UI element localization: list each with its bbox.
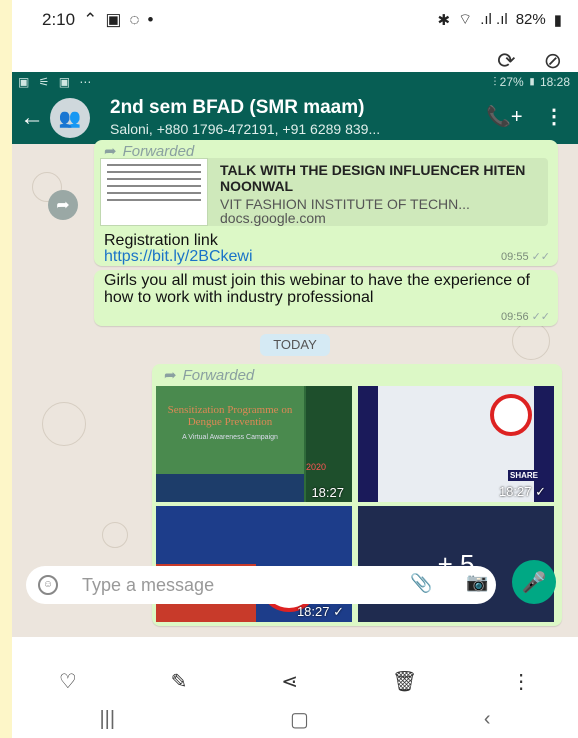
add-call-icon[interactable]: 📞+ bbox=[486, 104, 523, 129]
status-right: ✱ ⌔ .ıl .ıl 82% ▮ bbox=[438, 10, 563, 29]
message-text: Registration link bbox=[104, 232, 218, 249]
whatsapp-icon: ◌ bbox=[129, 10, 140, 29]
preview-domain: docs.google.com bbox=[220, 210, 326, 226]
voice-record-button[interactable]: 🎤 bbox=[512, 560, 556, 604]
group-icon: 👥 bbox=[58, 107, 82, 128]
poster-title: Sensitization Programme on Dengue Preven… bbox=[167, 404, 293, 428]
date-divider: TODAY bbox=[260, 334, 330, 356]
back-icon[interactable]: ‹ bbox=[484, 708, 491, 731]
inner-status-right: ⫶ 27% ▮ 18:28 bbox=[493, 75, 570, 89]
forwarded-icon: ➦ bbox=[164, 367, 177, 384]
share-icon[interactable]: ⋖ bbox=[281, 669, 298, 694]
photo-dengue-infographic[interactable]: SHARE 18:27 ✓ bbox=[358, 386, 554, 502]
photo-dengue-programme[interactable]: Sensitization Programme on Dengue Preven… bbox=[156, 386, 352, 502]
chat-header: ← 👥 2nd sem BFAD (SMR maam) Saloni, +880… bbox=[12, 92, 578, 144]
inner-status-bar: ▣ ⚟ ▣ ⋯ ⫶ 27% ▮ 18:28 bbox=[12, 72, 578, 92]
group-title[interactable]: 2nd sem BFAD (SMR maam) bbox=[110, 97, 364, 119]
poster-panel bbox=[156, 386, 304, 474]
recent-apps-icon[interactable]: ||| bbox=[99, 708, 115, 731]
forwarded-label: ➦ Forwarded bbox=[164, 367, 255, 384]
attach-icon[interactable]: 📎 bbox=[410, 573, 432, 594]
photo-dengue-bengali[interactable]: 18:27 ✓ bbox=[156, 506, 352, 622]
back-arrow-icon[interactable]: ← bbox=[20, 104, 44, 132]
phone-screen: 2:10 ⌃ ▣ ◌ • ✱ ⌔ .ıl .ıl 82% ▮ ⟳ ⊘ ▣ ⚟ ▣… bbox=[12, 0, 578, 738]
menu-dots-icon[interactable]: ⋮ bbox=[544, 104, 564, 129]
rotate-screen-icon[interactable]: ⟳ bbox=[497, 48, 515, 74]
message-input-bar[interactable]: ☺ Type a message 📎 📷 bbox=[26, 566, 496, 604]
message-input[interactable]: Type a message bbox=[82, 575, 214, 596]
wallpaper-doodle bbox=[512, 322, 550, 360]
read-ticks-icon: ✓✓ bbox=[531, 311, 550, 323]
favorite-heart-icon[interactable]: ♡ bbox=[59, 669, 77, 694]
poster-year: 2020 bbox=[306, 462, 327, 472]
battery-icon: ▮ bbox=[553, 11, 562, 29]
more-options-icon[interactable]: ⋮ bbox=[511, 669, 531, 694]
message-bubble-text[interactable]: Girls you all must join this webinar to … bbox=[94, 270, 558, 326]
screenshot-tools: ⟳ ⊘ bbox=[497, 48, 562, 74]
preview-title: TALK WITH THE DESIGN INFLUENCER HITEN NO… bbox=[220, 162, 526, 194]
forward-share-button[interactable]: ➦ bbox=[48, 190, 78, 220]
clock: 2:10 bbox=[42, 10, 76, 29]
photo-time: 18:27 ✓ bbox=[296, 604, 344, 619]
pip-icon[interactable]: ⊘ bbox=[544, 48, 562, 74]
infographic-border bbox=[358, 386, 378, 502]
chat-screenshot: ▣ ⚟ ▣ ⋯ ⫶ 27% ▮ 18:28 ← 👥 2nd sem BFAD (… bbox=[12, 72, 578, 637]
edit-pencil-icon[interactable]: ✎ bbox=[171, 669, 188, 694]
message-time: 09:56 ✓✓ bbox=[501, 311, 550, 323]
group-avatar[interactable]: 👥 bbox=[50, 98, 90, 138]
home-icon[interactable]: ▢ bbox=[290, 707, 309, 732]
message-time: 09:55 ✓✓ bbox=[501, 251, 550, 263]
signal-icon: .ıl .ıl bbox=[480, 11, 508, 28]
message-bubble-link[interactable]: ➦ Forwarded TALK WITH THE DESIGN INFLUENC… bbox=[94, 140, 558, 266]
dot-icon: • bbox=[147, 10, 154, 29]
wallpaper-doodle bbox=[102, 522, 128, 548]
group-members[interactable]: Saloni, +880 1796-472191, +91 6289 839..… bbox=[110, 121, 380, 137]
read-ticks-icon: ✓✓ bbox=[531, 251, 550, 263]
battery-percent: 82% bbox=[515, 11, 546, 28]
gallery-icon: ▣ bbox=[105, 10, 122, 29]
camera-icon[interactable]: 📷 bbox=[466, 572, 488, 593]
emoji-icon[interactable]: ☺ bbox=[38, 575, 58, 595]
link-preview[interactable]: TALK WITH THE DESIGN INFLUENCER HITEN NO… bbox=[100, 158, 548, 226]
image-actions-bar: ♡ ✎ ⋖ 🗑 ⋮ bbox=[12, 664, 578, 698]
no-mosquito-sign bbox=[490, 394, 532, 436]
photo-time: 18:27 bbox=[311, 485, 344, 500]
preview-thumbnail bbox=[100, 158, 208, 226]
status-left: 2:10 ⌃ ▣ ◌ • bbox=[42, 10, 153, 30]
message-text: Girls you all must join this webinar to … bbox=[104, 272, 530, 306]
wallpaper-doodle bbox=[42, 402, 86, 446]
delete-trash-icon[interactable]: 🗑 bbox=[392, 669, 417, 694]
system-status-bar: 2:10 ⌃ ▣ ◌ • ✱ ⌔ .ıl .ıl 82% ▮ bbox=[12, 0, 578, 42]
inner-status-icons: ▣ ⚟ ▣ ⋯ bbox=[18, 75, 95, 89]
photo-time: 18:27 ✓ bbox=[498, 484, 546, 499]
mic-icon: 🎤 bbox=[521, 571, 547, 594]
share-label: SHARE bbox=[508, 470, 541, 481]
poster-footer bbox=[156, 474, 304, 502]
bluetooth-icon: ✱ bbox=[437, 11, 451, 29]
signal-up-icon: ⌃ bbox=[83, 10, 98, 29]
registration-link[interactable]: https://bit.ly/2BCkewi bbox=[104, 248, 253, 266]
poster-subtitle: A Virtual Awareness Campaign bbox=[182, 434, 278, 441]
system-nav-bar: ||| ▢ ‹ bbox=[12, 700, 578, 738]
wifi-icon: ⌔ bbox=[458, 11, 473, 28]
share-arrow-icon: ➦ bbox=[56, 197, 70, 214]
